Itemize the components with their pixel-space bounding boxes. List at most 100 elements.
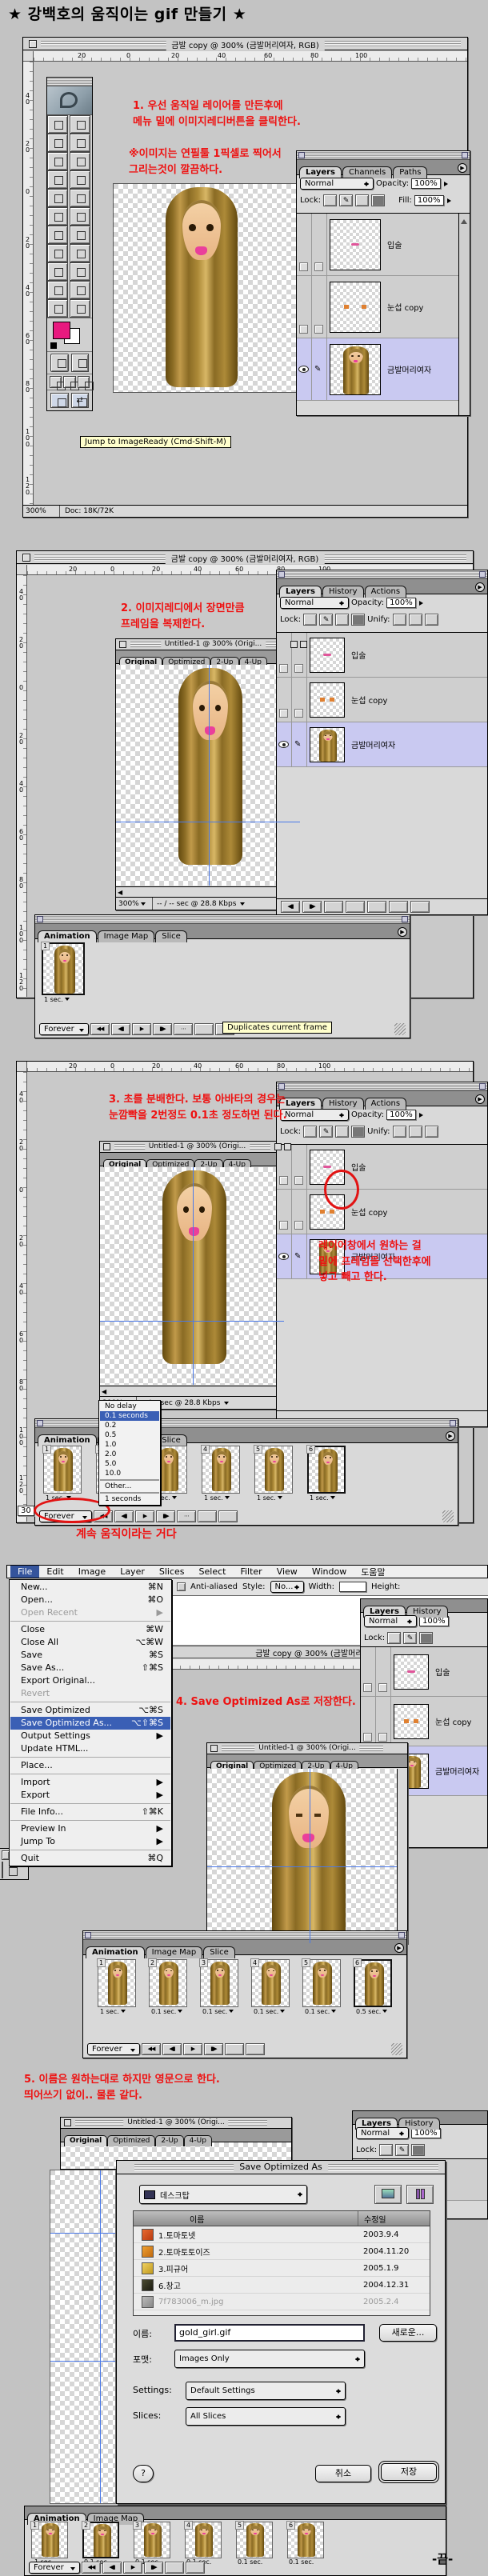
animation-frame[interactable]: 11 sec. bbox=[43, 1446, 82, 1502]
delay-option-selected[interactable]: 0.1 seconds bbox=[100, 1411, 159, 1421]
rewind-icon[interactable]: ◀◀ bbox=[142, 2043, 161, 2055]
delay-option[interactable]: Other... bbox=[100, 1482, 159, 1491]
animation-frame[interactable]: 5 bbox=[236, 2522, 273, 2558]
lock-all-icon[interactable] bbox=[351, 1126, 365, 1138]
animation-frame[interactable]: 2 bbox=[82, 2522, 119, 2558]
menu-slices[interactable]: Slices bbox=[152, 1566, 192, 1578]
fullscreen-menubar-icon[interactable] bbox=[63, 376, 75, 388]
nav-disk-button[interactable] bbox=[374, 2185, 402, 2204]
menu-help[interactable]: 도움말 bbox=[354, 1565, 392, 1579]
lock-all-icon[interactable] bbox=[419, 1632, 433, 1644]
lock-paint-icon[interactable]: ✎ bbox=[395, 2144, 409, 2156]
zoom-dropdown[interactable]: 300% bbox=[116, 898, 153, 910]
panel-grabber[interactable] bbox=[297, 151, 470, 160]
animation-frame[interactable]: 6 bbox=[287, 2522, 324, 2558]
menu-item-export-original[interactable]: Export Original... bbox=[10, 1674, 170, 1687]
type-tool-icon[interactable] bbox=[70, 244, 90, 262]
panel-grabber[interactable] bbox=[277, 570, 487, 579]
trash-icon[interactable] bbox=[410, 901, 430, 913]
tab-4up[interactable]: 4-Up bbox=[184, 2135, 212, 2146]
blend-mode-dropdown[interactable]: Normal bbox=[356, 2127, 409, 2139]
magic-wand-tool-icon[interactable] bbox=[70, 134, 90, 152]
animation-frame[interactable]: 30.1 sec. bbox=[200, 1959, 238, 2015]
animation-frame[interactable]: 4 bbox=[185, 2522, 222, 2558]
tween-icon[interactable]: ⋯ bbox=[177, 1510, 196, 1522]
menu-item-open[interactable]: Open...⌘O bbox=[10, 1594, 170, 1606]
opacity-value[interactable]: 100% bbox=[386, 598, 416, 608]
menu-item-close-all[interactable]: Close All⌥⌘W bbox=[10, 1636, 170, 1649]
menu-view[interactable]: View bbox=[270, 1566, 305, 1578]
trash-icon[interactable] bbox=[186, 2562, 205, 2574]
menu-item-export[interactable]: Export▶ bbox=[10, 1789, 170, 1802]
step-forward-icon[interactable]: ▮▶ bbox=[204, 2043, 223, 2055]
menu-item-save-optimized[interactable]: Save Optimized⌥⌘S bbox=[10, 1704, 170, 1717]
standard-mode-icon[interactable] bbox=[50, 354, 69, 372]
step-back-icon[interactable]: ◀▮ bbox=[162, 2043, 182, 2055]
file-list-header[interactable]: 이름수정일 bbox=[134, 2211, 430, 2226]
pen-tool-icon[interactable] bbox=[47, 262, 68, 281]
new-frame-icon[interactable] bbox=[198, 1510, 217, 1522]
brush-tool-icon[interactable] bbox=[70, 170, 90, 189]
menu-image[interactable]: Image bbox=[71, 1566, 113, 1578]
standard-screen-icon[interactable] bbox=[50, 376, 62, 388]
tab-channels[interactable]: Channels bbox=[342, 166, 392, 178]
lock-transparency-icon[interactable] bbox=[323, 194, 337, 206]
tab-layers[interactable]: Layers bbox=[279, 586, 322, 598]
menu-filter[interactable]: Filter bbox=[233, 1566, 269, 1578]
new-frame-icon[interactable] bbox=[165, 2562, 184, 2574]
tab-paths[interactable]: Paths bbox=[393, 166, 427, 178]
lock-transparency-icon[interactable] bbox=[387, 1632, 401, 1644]
window-titlebar[interactable]: 금발 copy @ 300% (금발머리여자, RGB) bbox=[17, 551, 473, 564]
panel-menu-icon[interactable]: ▶ bbox=[475, 1094, 485, 1104]
tab-original[interactable]: Original bbox=[64, 2135, 107, 2146]
step-forward-icon[interactable]: ▮▶ bbox=[156, 1510, 175, 1522]
lock-position-icon[interactable] bbox=[355, 194, 369, 206]
marquee-tool-icon[interactable] bbox=[47, 115, 68, 134]
lasso-tool-icon[interactable] bbox=[47, 134, 68, 152]
link-cell[interactable] bbox=[312, 276, 327, 338]
duplicate-frame-icon[interactable] bbox=[194, 1023, 214, 1035]
animation-frame[interactable]: 60.5 sec. bbox=[354, 1959, 392, 2015]
opacity-value[interactable]: 100% bbox=[411, 178, 441, 189]
location-dropdown[interactable]: 데스크탑 bbox=[139, 2185, 307, 2204]
menu-item-save-optimized-as[interactable]: Save Optimized As...⌥⇧⌘S bbox=[10, 1717, 170, 1730]
animation-frame[interactable]: 41 sec. bbox=[202, 1446, 240, 1502]
menu-item-import[interactable]: Import▶ bbox=[10, 1776, 170, 1789]
layer-row-lips[interactable]: 입술 bbox=[277, 1145, 487, 1190]
doc-titlebar[interactable]: Untitled-1 @ 300% (Origi... bbox=[100, 1142, 294, 1153]
file-row[interactable]: 2.토마토토이즈2004.11.20 bbox=[134, 2243, 430, 2260]
layer-row-girl-selected[interactable]: ✎금발머리여자 bbox=[277, 722, 487, 767]
menu-item-close[interactable]: Close⌘W bbox=[10, 1623, 170, 1636]
download-estimate[interactable]: -- / -- sec @ 28.8 Kbps bbox=[153, 900, 240, 908]
menu-item-file-info[interactable]: File Info...⇧⌘K bbox=[10, 1806, 170, 1818]
move-tool-icon[interactable] bbox=[70, 115, 90, 134]
history-brush-tool-icon[interactable] bbox=[70, 189, 90, 207]
link-cell[interactable] bbox=[312, 214, 327, 275]
layer-row-brows[interactable]: 눈섭 copy bbox=[277, 678, 487, 722]
trash-icon[interactable] bbox=[246, 2043, 265, 2055]
path-select-tool-icon[interactable] bbox=[47, 244, 68, 262]
anti-aliased-checkbox[interactable] bbox=[177, 1582, 186, 1591]
layer-row-lips[interactable]: 입술 bbox=[361, 1647, 487, 1697]
eraser-tool-icon[interactable] bbox=[47, 207, 68, 226]
blend-mode-dropdown[interactable]: Normal bbox=[300, 178, 374, 190]
zoom-box-icon[interactable] bbox=[274, 1143, 282, 1150]
gradient-tool-icon[interactable] bbox=[70, 207, 90, 226]
format-dropdown[interactable]: Images Only bbox=[174, 2350, 365, 2368]
delay-option[interactable]: No delay bbox=[100, 1402, 159, 1411]
panel-grabber[interactable] bbox=[35, 915, 410, 924]
animation-frame[interactable]: 61 sec. bbox=[307, 1446, 346, 1502]
lock-paint-icon[interactable]: ✎ bbox=[403, 1632, 417, 1644]
dodge-tool-icon[interactable] bbox=[70, 226, 90, 244]
unify-visibility-icon[interactable] bbox=[409, 614, 422, 626]
layer-row-girl-selected[interactable]: ✎ 금발머리여자 bbox=[297, 338, 470, 401]
crop-tool-icon[interactable] bbox=[47, 152, 68, 170]
blur-tool-icon[interactable] bbox=[47, 226, 68, 244]
close-box-icon[interactable] bbox=[64, 2119, 71, 2126]
unify-style-icon[interactable] bbox=[425, 614, 438, 626]
lock-transparency-icon[interactable] bbox=[303, 1126, 317, 1138]
menu-file[interactable]: File bbox=[10, 1566, 39, 1578]
lock-all-icon[interactable] bbox=[371, 194, 385, 206]
trash-icon[interactable] bbox=[218, 1510, 238, 1522]
document-canvas[interactable] bbox=[113, 183, 322, 393]
